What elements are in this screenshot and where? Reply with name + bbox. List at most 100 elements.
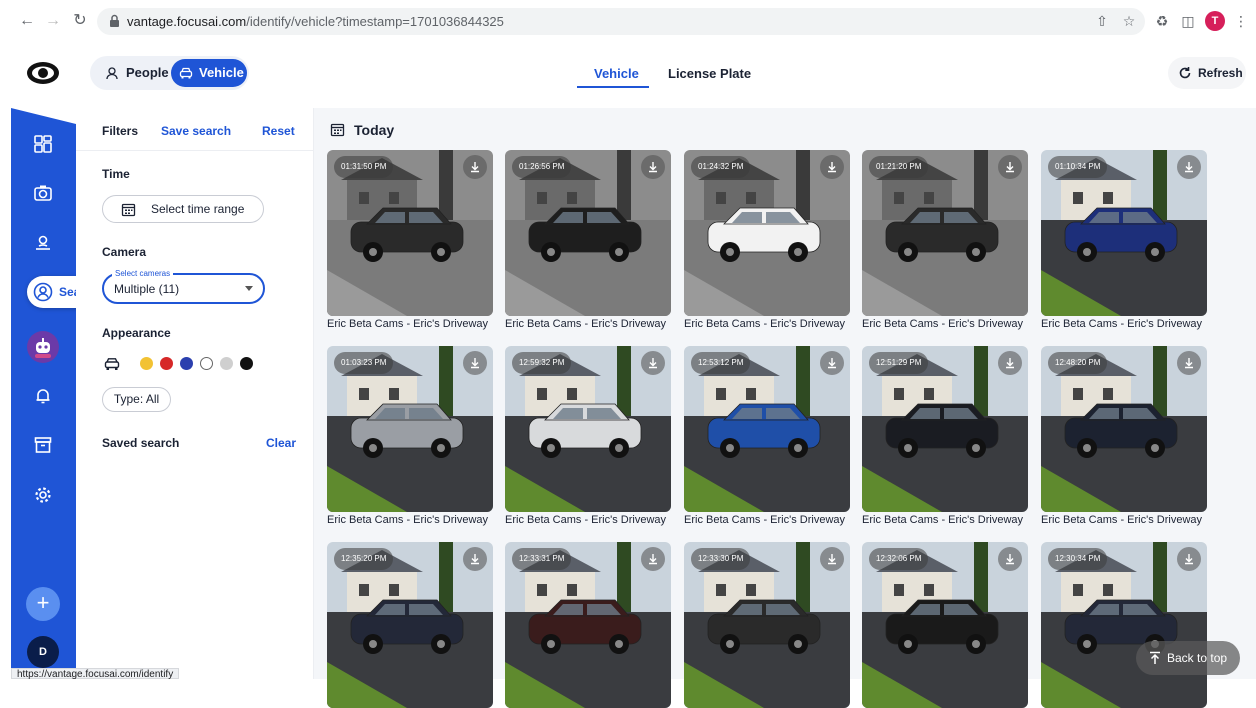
chevron-down-icon bbox=[245, 286, 253, 291]
time-section-title: Time bbox=[102, 167, 130, 181]
snapshot-timestamp: 01:21:20 PM bbox=[869, 156, 929, 178]
date-group-header: Today bbox=[314, 108, 1256, 148]
reset-link[interactable]: Reset bbox=[262, 124, 295, 138]
saved-search-title: Saved search bbox=[102, 436, 180, 450]
color-swatch[interactable] bbox=[220, 357, 233, 370]
result-card[interactable]: 12:32:06 PM bbox=[862, 542, 1028, 708]
reload-icon[interactable]: ↻ bbox=[71, 12, 89, 30]
arrow-up-icon bbox=[1150, 651, 1160, 664]
snapshot-timestamp: 12:32:06 PM bbox=[869, 548, 929, 570]
result-card[interactable]: 01:31:50 PM bbox=[327, 150, 493, 316]
result-card[interactable]: 12:33:30 PM bbox=[684, 542, 850, 708]
active-tab-indicator bbox=[577, 86, 649, 88]
lock-icon bbox=[110, 14, 119, 27]
gear-icon[interactable] bbox=[33, 485, 53, 505]
camera-caption: Eric Beta Cams - Eric's Driveway bbox=[1041, 318, 1203, 330]
refresh-button[interactable]: Refresh bbox=[1168, 57, 1246, 89]
color-swatch[interactable] bbox=[200, 357, 213, 370]
calendar-icon bbox=[330, 123, 345, 137]
back-arrow-icon[interactable]: ← bbox=[18, 12, 36, 30]
profile-avatar[interactable]: T bbox=[1205, 11, 1225, 31]
extensions-puzzle-icon[interactable]: ♻ bbox=[1153, 12, 1171, 30]
browser-chrome: ← → ↻ vantage.focusai.com/identify/vehic… bbox=[0, 0, 1256, 42]
bell-icon[interactable] bbox=[33, 386, 53, 406]
camera-caption: Eric Beta Cams - Eric's Driveway bbox=[862, 318, 1024, 330]
download-icon[interactable] bbox=[820, 155, 844, 179]
result-card[interactable]: 01:26:56 PM bbox=[505, 150, 671, 316]
archive-icon[interactable] bbox=[33, 435, 53, 455]
address-bar[interactable]: vantage.focusai.com/identify/vehicle?tim… bbox=[97, 8, 1145, 35]
location-person-icon[interactable] bbox=[33, 233, 53, 253]
forward-arrow-icon[interactable]: → bbox=[44, 12, 62, 30]
person-search-icon bbox=[33, 282, 53, 302]
download-icon[interactable] bbox=[641, 155, 665, 179]
type-filter-chip[interactable]: Type: All bbox=[102, 387, 171, 412]
refresh-label: Refresh bbox=[1198, 66, 1243, 80]
filters-divider bbox=[76, 150, 314, 151]
clear-saved-search-link[interactable]: Clear bbox=[266, 436, 296, 450]
refresh-icon bbox=[1179, 67, 1191, 79]
snapshot-timestamp: 01:03:23 PM bbox=[334, 352, 394, 374]
result-card[interactable]: 12:33:31 PM bbox=[505, 542, 671, 708]
car-icon bbox=[179, 67, 193, 79]
download-icon[interactable] bbox=[463, 547, 487, 571]
result-card[interactable]: 12:53:12 PM bbox=[684, 346, 850, 512]
people-mode-label: People bbox=[126, 65, 169, 80]
car-icon bbox=[104, 358, 120, 370]
color-swatch[interactable] bbox=[180, 357, 193, 370]
download-icon[interactable] bbox=[463, 155, 487, 179]
result-card[interactable]: 12:59:32 PM bbox=[505, 346, 671, 512]
download-icon[interactable] bbox=[1177, 155, 1201, 179]
camera-icon[interactable] bbox=[33, 183, 53, 203]
download-icon[interactable] bbox=[641, 351, 665, 375]
color-swatch[interactable] bbox=[240, 357, 253, 370]
camera-select-value: Multiple (11) bbox=[114, 282, 180, 296]
side-panel-icon[interactable]: ◫ bbox=[1179, 12, 1197, 30]
result-card[interactable]: 12:48:20 PM bbox=[1041, 346, 1207, 512]
back-to-top-label: Back to top bbox=[1167, 651, 1228, 665]
camera-select[interactable]: Select cameras Multiple (11) bbox=[102, 269, 265, 304]
time-range-button[interactable]: Select time range bbox=[102, 195, 264, 223]
snapshot-timestamp: 12:30:34 PM bbox=[1048, 548, 1108, 570]
camera-caption: Eric Beta Cams - Eric's Driveway bbox=[505, 514, 667, 526]
user-avatar[interactable]: D bbox=[27, 636, 59, 668]
add-button[interactable]: + bbox=[26, 587, 60, 621]
bookmark-star-icon[interactable]: ☆ bbox=[1120, 12, 1138, 30]
color-swatch[interactable] bbox=[140, 357, 153, 370]
snapshot-timestamp: 12:53:12 PM bbox=[691, 352, 751, 374]
people-icon bbox=[106, 67, 118, 80]
url-text: vantage.focusai.com/identify/vehicle?tim… bbox=[127, 14, 504, 29]
ai-assistant-avatar[interactable] bbox=[27, 331, 59, 363]
result-card[interactable]: 01:21:20 PM bbox=[862, 150, 1028, 316]
tab-license-plate[interactable]: License Plate bbox=[668, 66, 751, 81]
result-card[interactable]: 12:30:34 PM bbox=[1041, 542, 1207, 708]
download-icon[interactable] bbox=[1177, 351, 1201, 375]
people-mode-button[interactable]: People bbox=[93, 59, 169, 87]
result-card[interactable]: 12:35:20 PM bbox=[327, 542, 493, 708]
vehicle-mode-button[interactable]: Vehicle bbox=[171, 59, 247, 87]
tab-vehicle[interactable]: Vehicle bbox=[594, 66, 639, 81]
time-range-label: Select time range bbox=[151, 202, 245, 216]
calendar-icon bbox=[121, 203, 136, 217]
download-icon[interactable] bbox=[463, 351, 487, 375]
back-to-top-button[interactable]: Back to top bbox=[1136, 641, 1240, 675]
snapshot-timestamp: 12:35:20 PM bbox=[334, 548, 394, 570]
download-icon[interactable] bbox=[641, 547, 665, 571]
download-icon[interactable] bbox=[998, 547, 1022, 571]
save-search-link[interactable]: Save search bbox=[161, 124, 231, 138]
result-card[interactable]: 01:10:34 PM bbox=[1041, 150, 1207, 316]
color-swatch[interactable] bbox=[160, 357, 173, 370]
result-card[interactable]: 12:51:29 PM bbox=[862, 346, 1028, 512]
result-card[interactable]: 01:03:23 PM bbox=[327, 346, 493, 512]
focusai-logo bbox=[27, 62, 59, 84]
browser-menu-icon[interactable]: ⋮ bbox=[1232, 12, 1250, 30]
download-icon[interactable] bbox=[1177, 547, 1201, 571]
share-icon[interactable]: ⇧ bbox=[1093, 12, 1111, 30]
camera-caption: Eric Beta Cams - Eric's Driveway bbox=[862, 514, 1024, 526]
download-icon[interactable] bbox=[998, 351, 1022, 375]
download-icon[interactable] bbox=[820, 547, 844, 571]
result-card[interactable]: 01:24:32 PM bbox=[684, 150, 850, 316]
download-icon[interactable] bbox=[998, 155, 1022, 179]
dashboard-grid-icon[interactable] bbox=[33, 134, 53, 154]
download-icon[interactable] bbox=[820, 351, 844, 375]
